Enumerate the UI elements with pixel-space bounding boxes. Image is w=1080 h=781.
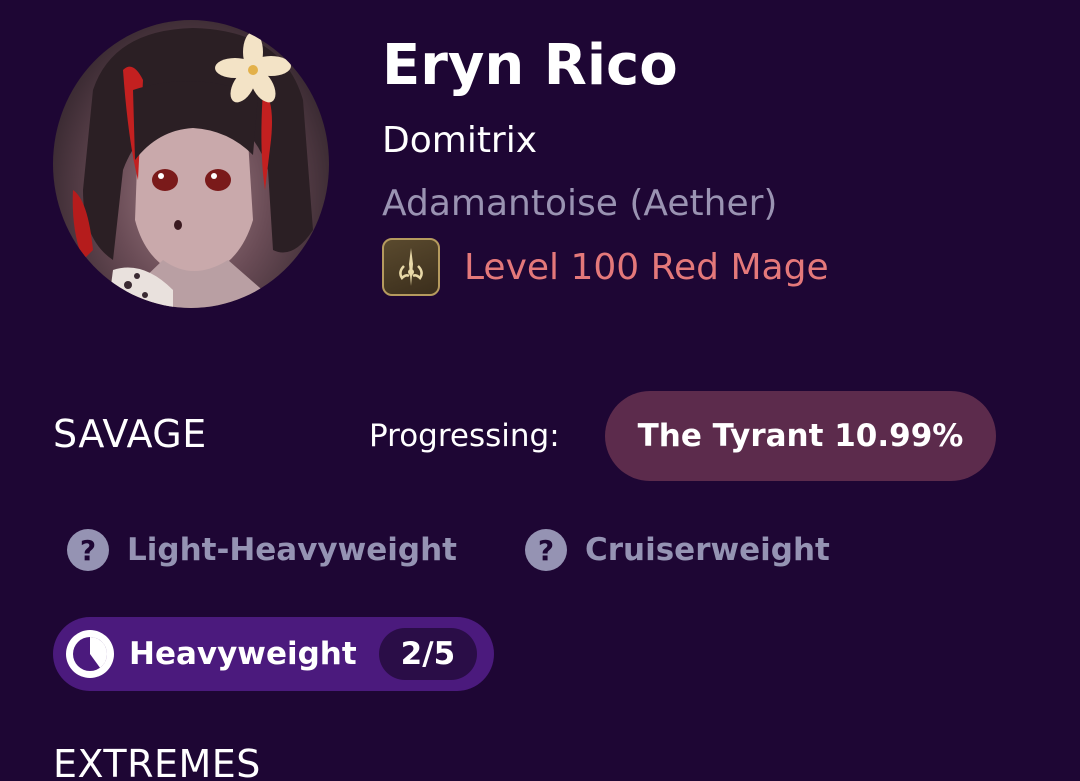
job-row: Level 100 Red Mage (382, 237, 829, 297)
question-icon: ? (525, 529, 567, 571)
savage-section-label: SAVAGE (53, 412, 207, 456)
character-profile: Eryn Rico Domitrix Adamantoise (Aether) … (0, 0, 1080, 781)
tier-cruiserweight[interactable]: ? Cruiserweight (525, 528, 830, 572)
red-mage-job-icon (382, 238, 440, 296)
progressing-label: Progressing: (369, 418, 560, 454)
avatar-portrait-art (72, 28, 313, 308)
progress-encounter-pill[interactable]: The Tyrant 10.99% (605, 391, 996, 481)
tier-heavyweight[interactable]: Heavyweight 2/5 (53, 617, 494, 691)
tier-light-heavyweight[interactable]: ? Light-Heavyweight (67, 528, 457, 572)
character-name: Eryn Rico (382, 33, 678, 98)
tier-label: Cruiserweight (585, 532, 830, 568)
question-icon: ? (67, 529, 109, 571)
extremes-section-label: EXTREMES (53, 742, 261, 781)
progress-ring-icon (66, 630, 114, 678)
tier-label: Light-Heavyweight (127, 532, 457, 568)
character-title: Domitrix (382, 120, 538, 161)
tier-label: Heavyweight (129, 636, 357, 672)
character-avatar (53, 20, 329, 308)
character-server: Adamantoise (Aether) (382, 183, 778, 224)
job-level-text: Level 100 Red Mage (464, 246, 829, 288)
clear-count-badge: 2/5 (378, 628, 478, 680)
